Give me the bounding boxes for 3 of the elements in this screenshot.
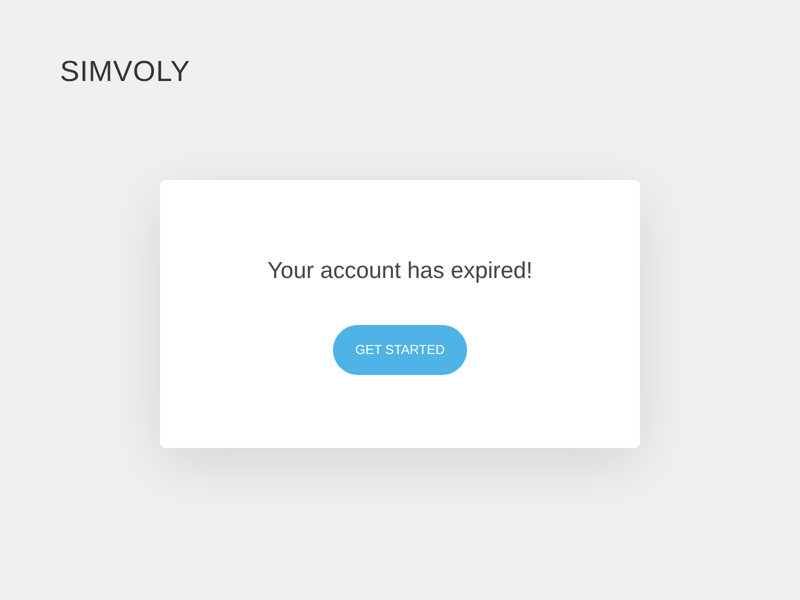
logo: SIMVOLY [60, 56, 190, 88]
expired-message: Your account has expired! [267, 256, 533, 286]
get-started-button[interactable]: GET STARTED [333, 324, 467, 375]
